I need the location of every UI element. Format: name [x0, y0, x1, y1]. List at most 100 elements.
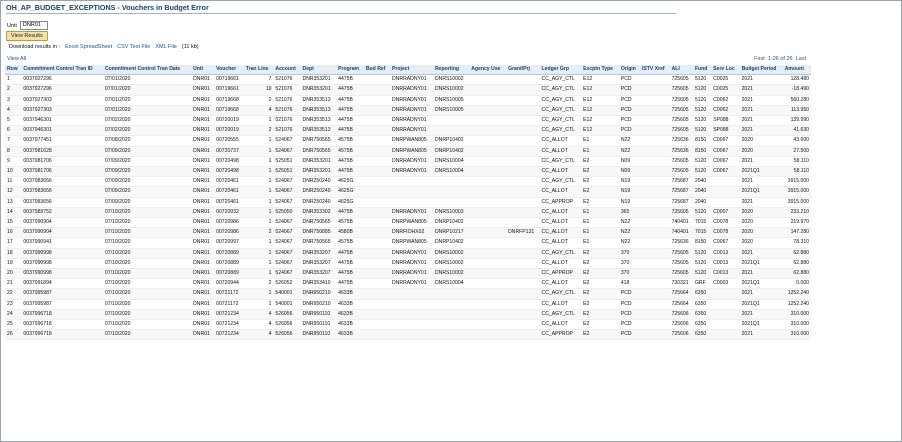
table-cell — [469, 146, 507, 157]
table-cell: CC_AGY_CTL — [539, 115, 582, 127]
unit-input[interactable] — [19, 21, 48, 30]
table-row: 15 0037990904 07/10/2020 DNR01 00720986 1 5240… — [5, 217, 811, 229]
column-header[interactable]: Origin — [618, 65, 640, 76]
table-cell: DNR01 — [191, 115, 215, 127]
view-results-button[interactable]: View Results — [6, 31, 48, 41]
table-cell: 00720889 — [214, 248, 244, 259]
table-cell: 19 — [243, 84, 274, 96]
column-header[interactable]: Bud Ref — [363, 65, 391, 76]
table-cell — [469, 105, 507, 117]
table-cell — [469, 74, 507, 86]
table-cell: 07/10/2020 — [102, 217, 192, 229]
table-cell — [711, 319, 740, 331]
table-row: 14 0037989752 07/10/2020 DNR01 00720932 1 5250… — [5, 207, 811, 219]
column-header[interactable]: Program — [336, 65, 364, 76]
table-cell — [390, 309, 433, 321]
table-cell: 0037927296 — [21, 74, 103, 86]
table-cell — [506, 248, 540, 259]
table-cell: E2 — [581, 176, 619, 188]
table-cell: 521076 — [273, 95, 301, 106]
table-cell — [506, 115, 540, 127]
column-header[interactable]: Tran Line — [243, 65, 274, 76]
pager-first[interactable]: First — [754, 56, 765, 62]
table-cell: 524067 — [273, 135, 301, 147]
download-size: (11 kb) — [181, 44, 199, 50]
table-cell — [469, 166, 507, 178]
table-cell: DNRRADNY01 — [390, 115, 433, 127]
download-excel-link[interactable]: Excel SpreadSheet — [65, 44, 112, 50]
table-cell: DNRS10002 — [432, 84, 470, 96]
column-header[interactable]: Excptn Type — [581, 65, 619, 76]
table-cell: 4475B — [336, 268, 364, 280]
table-cell: 0037996718 — [21, 329, 103, 341]
column-header[interactable]: Row — [5, 65, 22, 76]
table-cell: 07/01/2020 — [102, 95, 192, 106]
table-cell — [432, 197, 470, 208]
column-header[interactable]: Account — [273, 65, 301, 76]
table-cell: CC_ALLOT — [539, 207, 582, 219]
table-cell: 2021Q1 — [739, 299, 783, 310]
table-cell: 0037927296 — [21, 84, 103, 96]
table-cell: 78.310 — [782, 237, 811, 249]
table-cell: 2020 — [739, 217, 783, 229]
table-cell: 4475B — [336, 248, 364, 259]
table-cell — [363, 125, 391, 137]
table-cell: PCD — [618, 329, 640, 341]
table-cell: DNR950110 — [300, 329, 337, 341]
column-header[interactable]: Dept — [300, 65, 337, 76]
table-cell: 2020 — [739, 237, 783, 249]
column-header[interactable]: Serv Loc — [711, 65, 740, 76]
column-header[interactable]: Unit — [191, 65, 215, 76]
table-cell: 23 — [5, 299, 22, 310]
view-all-link[interactable]: View All — [7, 56, 26, 62]
column-header[interactable]: Commitment Control Tran ID — [21, 65, 103, 76]
download-csv-link[interactable]: CSV Text File — [117, 44, 150, 50]
table-cell: 1252.240 — [782, 288, 811, 300]
table-cell: 00720498 — [214, 156, 244, 168]
table-cell: 525051 — [273, 166, 301, 178]
column-header[interactable]: Fund — [692, 65, 712, 76]
column-header[interactable]: Budget Period — [739, 65, 783, 76]
table-cell: DNR01 — [191, 135, 215, 147]
table-cell: 725605 — [669, 125, 693, 137]
table-cell — [469, 84, 507, 96]
table-cell: DNR01 — [191, 258, 215, 270]
column-header[interactable]: Project — [390, 65, 433, 76]
table-cell: DNR353513 — [300, 105, 337, 117]
table-cell: C0013 — [711, 248, 740, 259]
column-header[interactable]: Commitment Control Tran Date — [102, 65, 192, 76]
column-header[interactable]: ALI — [669, 65, 693, 76]
table-cell: 0037990904 — [21, 217, 103, 229]
table-cell: CC_AGY_CTL — [539, 95, 582, 106]
table-cell — [639, 186, 670, 198]
table-cell — [506, 95, 540, 106]
table-cell: 7 — [243, 74, 274, 86]
pager-last[interactable]: Last — [796, 56, 806, 62]
table-cell: 00721172 — [214, 288, 244, 300]
table-cell — [363, 146, 391, 157]
table-cell — [432, 329, 470, 341]
column-header[interactable]: Ledger Grp — [539, 65, 582, 76]
table-cell: 725605 — [669, 115, 693, 127]
download-xml-link[interactable]: XML File — [155, 44, 177, 50]
table-cell: DNR01 — [191, 125, 215, 137]
column-header[interactable]: Amount — [782, 65, 811, 76]
column-header[interactable]: Voucher — [214, 65, 244, 76]
table-cell — [469, 329, 507, 341]
column-header[interactable]: Agency Use — [469, 65, 507, 76]
column-header[interactable]: ISTV Xref — [639, 65, 670, 76]
column-header[interactable]: Grant/Prj — [506, 65, 540, 76]
table-cell: 521076 — [273, 125, 301, 137]
table-cell: 0037946301 — [21, 125, 103, 137]
table-cell: 4 — [243, 319, 274, 331]
table-cell: CC_ALLOT — [539, 278, 582, 290]
table-cell: CC_AGY_CTL — [539, 156, 582, 168]
column-header[interactable]: Reporting — [432, 65, 470, 76]
table-cell: 521076 — [273, 105, 301, 117]
table-cell — [639, 74, 670, 86]
table-cell: 11 — [5, 176, 22, 188]
table-cell: CC_AGY_CTL — [539, 288, 582, 300]
table-cell: 4475B — [336, 105, 364, 117]
table-cell — [639, 268, 670, 280]
table-cell: CC_AGY_CTL — [539, 248, 582, 259]
